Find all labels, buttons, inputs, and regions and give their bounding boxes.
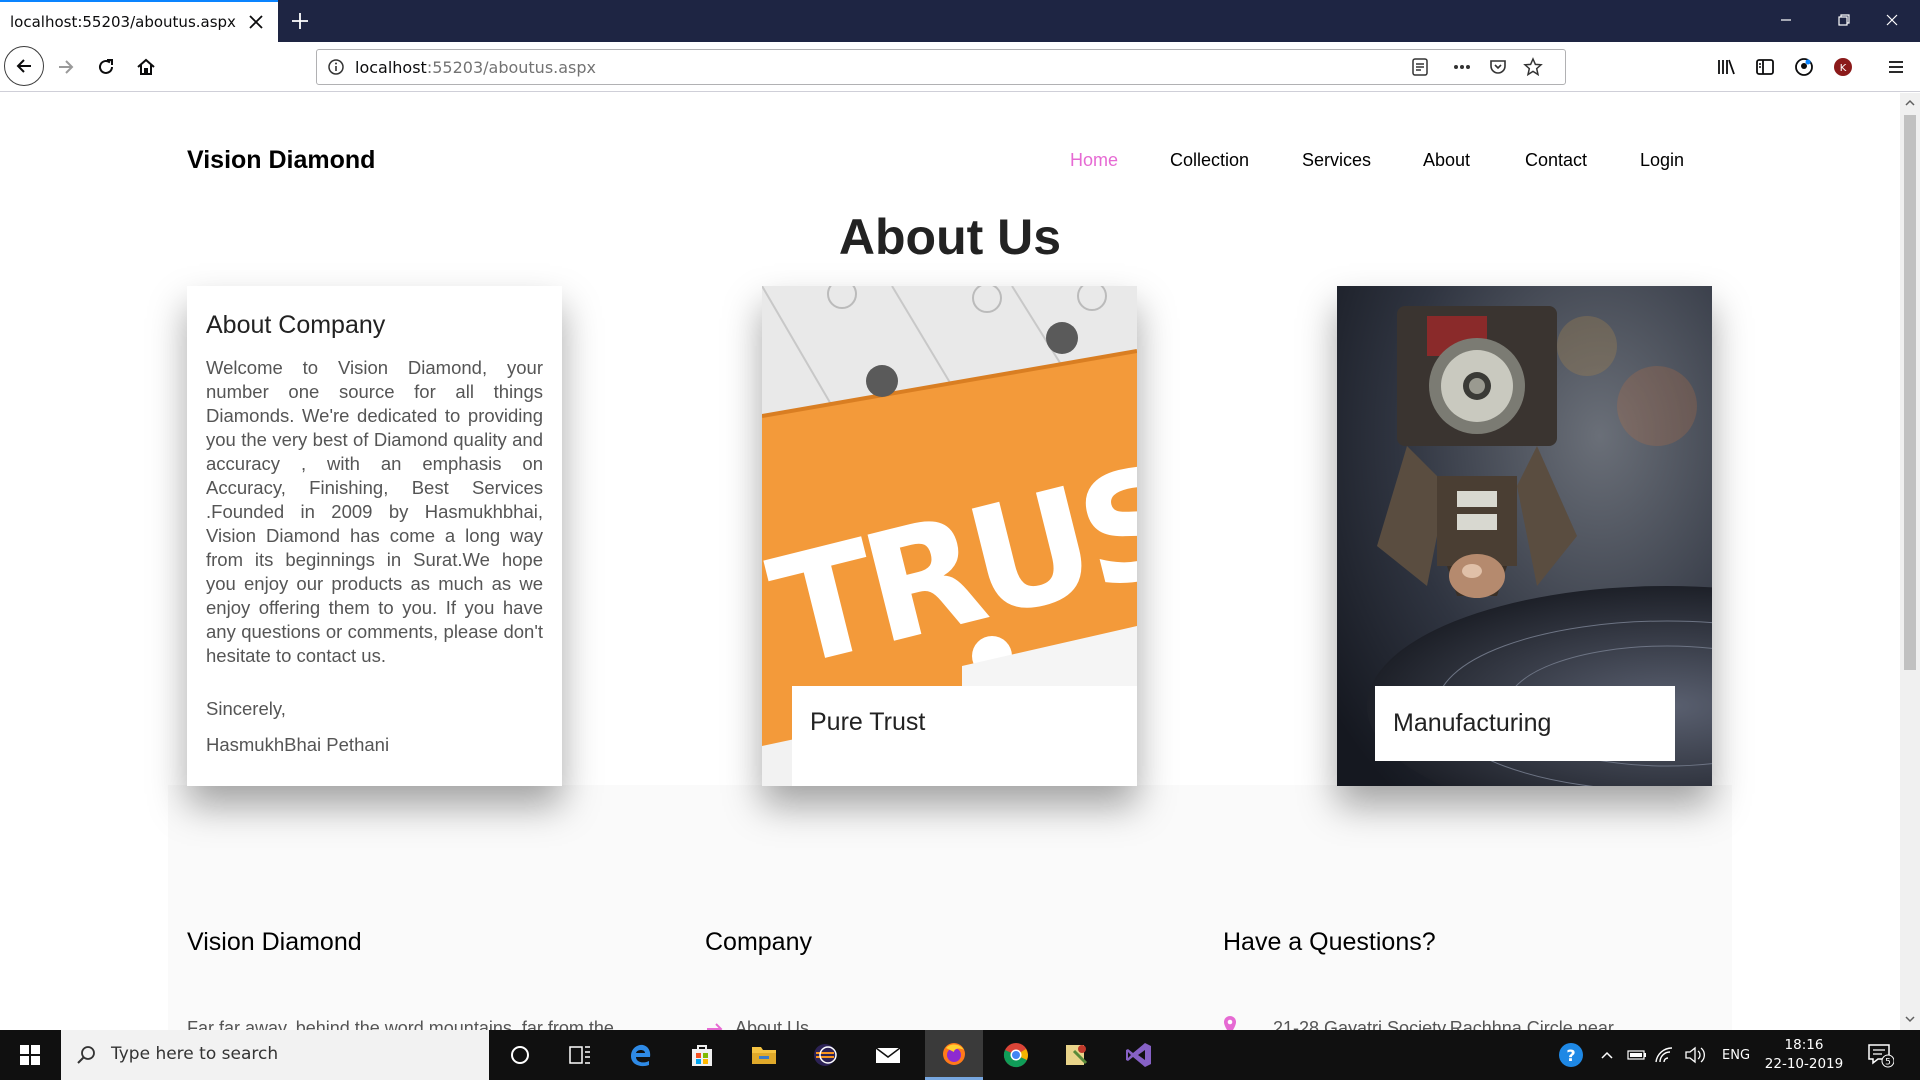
task-view-icon[interactable]: [551, 1030, 609, 1080]
search-placeholder: Type here to search: [111, 1044, 279, 1064]
wifi-icon[interactable]: [1654, 1030, 1674, 1080]
caption-manufacturing: Manufacturing: [1375, 686, 1675, 761]
volume-icon[interactable]: [1684, 1030, 1706, 1080]
browser-toolbar: localhost:55203/aboutus.aspx K: [0, 42, 1920, 92]
tab-title: localhost:55203/aboutus.aspx: [10, 13, 236, 31]
scroll-up-icon[interactable]: [1904, 97, 1916, 109]
about-company-text: Welcome to Vision Diamond, your number o…: [206, 357, 543, 666]
site-logo[interactable]: Vision Diamond: [187, 146, 375, 175]
browser-tab-bar: localhost:55203/aboutus.aspx: [0, 0, 1920, 42]
home-icon[interactable]: [130, 51, 162, 83]
page-title: About Us: [838, 209, 1062, 265]
system-clock[interactable]: 18:16 22-10-2019: [1760, 1036, 1848, 1074]
library-icon[interactable]: [1710, 51, 1742, 83]
nav-home[interactable]: Home: [1070, 150, 1118, 171]
footer-company-heading: Company: [705, 928, 812, 956]
footer-brand-text: Far far away, behind the word mountains,…: [187, 1018, 614, 1030]
footer-background: [168, 785, 1732, 1030]
edge-browser-icon[interactable]: [612, 1030, 670, 1080]
visual-studio-icon[interactable]: [1110, 1030, 1168, 1080]
notifications-icon[interactable]: 5: [1866, 1030, 1894, 1080]
svg-text:?: ?: [1566, 1046, 1575, 1065]
url-path: :55203/aboutus.aspx: [426, 58, 596, 77]
notification-count: 5: [1885, 1058, 1891, 1068]
close-tab-icon[interactable]: [244, 10, 268, 34]
site-info-icon[interactable]: [325, 56, 347, 78]
show-hidden-icons-icon[interactable]: [1600, 1030, 1614, 1080]
nav-about[interactable]: About: [1423, 150, 1470, 171]
page-viewport: Vision Diamond Home Collection Services …: [0, 93, 1900, 1030]
reload-icon[interactable]: [90, 51, 122, 83]
svg-text:K: K: [1840, 63, 1847, 74]
hamburger-menu-icon[interactable]: [1880, 51, 1912, 83]
signature-text: HasmukhBhai Pethani: [206, 734, 390, 755]
firefox-icon[interactable]: [925, 1030, 983, 1080]
pure-trust-card[interactable]: TRUST Pure Trust: [762, 286, 1137, 786]
page-scrollbar[interactable]: [1900, 93, 1920, 1030]
pocket-icon[interactable]: [1487, 56, 1509, 78]
manufacturing-card[interactable]: Manufacturing: [1337, 286, 1712, 786]
caption-pure-trust: Pure Trust: [792, 686, 1137, 786]
browser-tab[interactable]: localhost:55203/aboutus.aspx: [0, 0, 278, 42]
scrollbar-thumb[interactable]: [1904, 115, 1916, 670]
sidebar-icon[interactable]: [1749, 51, 1781, 83]
battery-icon[interactable]: [1627, 1030, 1647, 1080]
bookmark-star-icon[interactable]: [1522, 56, 1544, 78]
about-company-card: About Company Welcome to Vision Diamond,…: [187, 286, 562, 786]
windows-taskbar: Type here to search ? ENG 18:16 22-10-20…: [0, 1030, 1920, 1080]
reader-view-icon[interactable]: [1409, 56, 1431, 78]
taskbar-search-box[interactable]: Type here to search: [61, 1030, 489, 1080]
forward-icon[interactable]: [50, 51, 82, 83]
help-icon[interactable]: ?: [1557, 1030, 1585, 1080]
minimize-window-icon[interactable]: [1758, 0, 1814, 40]
map-marker-icon: [1223, 1015, 1237, 1030]
nav-contact[interactable]: Contact: [1525, 150, 1587, 171]
clock-time: 18:16: [1784, 1037, 1824, 1053]
windows-start-icon[interactable]: [0, 1030, 60, 1080]
store-icon[interactable]: [673, 1030, 731, 1080]
language-indicator[interactable]: ENG: [1722, 1030, 1750, 1080]
url-text[interactable]: localhost:55203/aboutus.aspx: [355, 58, 596, 77]
nav-services[interactable]: Services: [1302, 150, 1371, 171]
back-icon[interactable]: [4, 46, 44, 86]
footer-brand-heading: Vision Diamond: [187, 928, 362, 956]
card-title: About Company: [206, 311, 386, 339]
cortana-icon[interactable]: [491, 1030, 549, 1080]
url-host: localhost: [355, 58, 427, 77]
file-explorer-icon[interactable]: [735, 1030, 793, 1080]
mail-icon[interactable]: [859, 1030, 917, 1080]
footer-address-text: 21-28 Gayatri Society,Rachhna Circle,nea…: [1273, 1018, 1614, 1030]
closing-text: Sincerely,: [206, 698, 286, 719]
eclipse-icon[interactable]: [796, 1030, 854, 1080]
sql-tool-icon[interactable]: [1047, 1030, 1105, 1080]
new-tab-icon[interactable]: [288, 9, 312, 33]
address-bar[interactable]: localhost:55203/aboutus.aspx: [316, 49, 1566, 85]
firefox-account-icon[interactable]: [1788, 51, 1820, 83]
footer-questions-heading: Have a Questions?: [1223, 928, 1436, 956]
footer-link-about-us[interactable]: About Us: [735, 1018, 809, 1030]
clock-date: 22-10-2019: [1764, 1056, 1844, 1072]
arrow-right-icon: [705, 1021, 725, 1030]
page-actions-icon[interactable]: [1451, 56, 1473, 78]
profile-avatar-icon[interactable]: K: [1827, 51, 1859, 83]
nav-login[interactable]: Login: [1640, 150, 1684, 171]
chrome-icon[interactable]: [987, 1030, 1045, 1080]
search-icon: [75, 1044, 97, 1070]
scroll-down-icon[interactable]: [1904, 1013, 1916, 1025]
close-window-icon[interactable]: [1864, 0, 1920, 40]
nav-collection[interactable]: Collection: [1170, 150, 1249, 171]
